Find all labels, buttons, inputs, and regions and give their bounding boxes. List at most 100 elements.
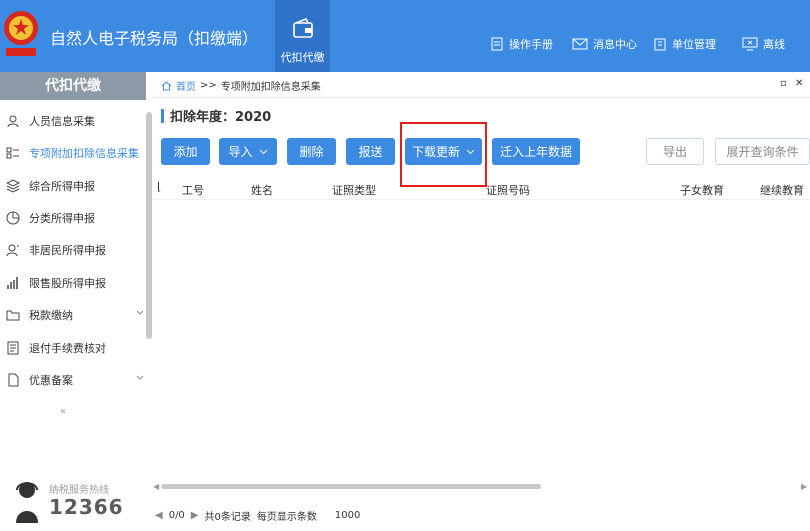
manual-label: 操作手册 <box>509 38 553 51</box>
hotline-label: 纳税服务热线 <box>49 485 109 496</box>
sidebar-item-classified-income[interactable]: 分类所得申报 <box>0 206 146 230</box>
add-button[interactable]: 添加 <box>161 138 210 165</box>
module-label: 代扣代缴 <box>280 51 325 64</box>
sidebar-item-tax-payment[interactable]: 税款缴纳 <box>0 303 146 327</box>
manual-icon <box>491 37 503 51</box>
deduction-year: 扣除年度：2020 <box>161 106 271 125</box>
column-name[interactable]: 姓名 <box>251 182 273 198</box>
unit-management-label: 单位管理 <box>672 38 716 51</box>
sidebar-item-restricted-stock[interactable]: 限售股所得申报 <box>0 271 146 295</box>
sidebar-item-label: 综合所得申报 <box>29 180 95 193</box>
person-icon <box>5 113 21 129</box>
delete-button-label: 删除 <box>299 145 324 159</box>
sidebar-item-refund-fee[interactable]: 退付手续费核对 <box>0 336 146 360</box>
sidebar: 代扣代缴 人员信息采集 专项附加扣除信息采集 综合所得申报 分类所得申报 非居民… <box>0 72 153 531</box>
module-withholding[interactable]: 代扣代缴 <box>275 0 330 72</box>
submit-button[interactable]: 报送 <box>346 138 395 165</box>
chevron-down-icon <box>136 375 144 380</box>
service-hotline: 纳税服务热线 12366 <box>10 479 150 527</box>
sidebar-item-personnel-info[interactable]: 人员信息采集 <box>0 109 146 133</box>
home-icon <box>161 80 172 90</box>
column-employee-id[interactable]: 工号 <box>182 182 204 198</box>
column-id-type[interactable]: 证照类型 <box>332 182 376 198</box>
next-page-icon[interactable]: ▶ <box>191 510 199 521</box>
list-icon <box>5 145 21 161</box>
file-icon <box>5 372 21 388</box>
sidebar-item-label: 人员信息采集 <box>29 115 95 128</box>
horizontal-scrollbar[interactable]: ◀ ▶ <box>153 482 810 491</box>
offline-label: 离线 <box>763 38 785 51</box>
sidebar-item-label: 优惠备案 <box>29 374 73 387</box>
pie-icon <box>5 210 21 226</box>
sidebar-item-label: 专项附加扣除信息采集 <box>29 147 139 160</box>
manual-link[interactable]: 操作手册 <box>490 36 553 52</box>
column-child-education[interactable]: 子女教育 <box>680 182 724 198</box>
bar-chart-icon <box>5 275 21 291</box>
breadcrumb-bar: 首页 >> 专项附加扣除信息采集 ▫ ✕ <box>153 72 810 98</box>
scroll-right-icon[interactable]: ▶ <box>801 482 807 491</box>
monitor-icon <box>742 37 758 51</box>
expand-query-label: 展开查询条件 <box>726 145 799 159</box>
sidebar-item-preferential-filing[interactable]: 优惠备案 <box>0 368 146 392</box>
collapse-sidebar-icon[interactable]: « <box>60 406 66 417</box>
sidebar-title: 代扣代缴 <box>0 72 146 100</box>
per-page-label: 每页显示条数 <box>256 512 317 523</box>
national-emblem-icon <box>4 11 38 56</box>
export-button-label: 导出 <box>662 145 687 159</box>
breadcrumb: 首页 >> 专项附加扣除信息采集 <box>161 78 321 93</box>
folder-icon <box>5 307 21 323</box>
delete-button[interactable]: 删除 <box>287 138 336 165</box>
sidebar-item-comprehensive-income[interactable]: 综合所得申报 <box>0 174 146 198</box>
migrate-last-year-button[interactable]: 迁入上年数据 <box>492 138 580 165</box>
migrate-last-year-label: 迁入上年数据 <box>499 145 572 159</box>
deduction-year-label: 扣除年度：2020 <box>170 110 272 125</box>
message-center-link[interactable]: 消息中心 <box>572 36 637 52</box>
pagination: ◀ 0/0 ▶ 共0条记录 每页显示条数 1000 <box>155 508 366 523</box>
column-id-number[interactable]: 证照号码 <box>486 182 530 198</box>
building-icon <box>654 38 666 51</box>
document-check-icon <box>5 340 21 356</box>
add-button-label: 添加 <box>173 145 198 159</box>
column-continuing-education[interactable]: 继续教育 <box>760 182 804 198</box>
import-button[interactable]: 导入 <box>219 138 277 165</box>
scroll-left-icon[interactable]: ◀ <box>153 482 159 491</box>
hotline-number: 12366 <box>49 495 124 519</box>
sidebar-item-label: 退付手续费核对 <box>29 342 106 355</box>
select-all-checkbox[interactable]: ⌊ <box>157 180 161 193</box>
expand-query-button[interactable]: 展开查询条件 <box>715 138 810 165</box>
message-center-label: 消息中心 <box>593 38 637 51</box>
offline-link[interactable]: 离线 <box>742 36 785 52</box>
sidebar-item-nonresident-income[interactable]: 非居民所得申报 <box>0 238 146 262</box>
top-header: 自然人电子税务局（扣缴端） 代扣代缴 操作手册 消息中心 单位管理 离线 <box>0 0 810 72</box>
wallet-icon <box>293 18 313 38</box>
breadcrumb-separator: >> <box>200 80 217 91</box>
chevron-down-icon <box>259 149 267 154</box>
total-records: 共0条记录 <box>204 512 251 523</box>
restore-icon[interactable]: ▫ <box>780 78 787 89</box>
sidebar-scrollbar[interactable] <box>146 112 152 339</box>
mail-icon <box>572 38 588 50</box>
layers-icon <box>5 178 21 194</box>
close-icon[interactable]: ✕ <box>795 78 803 89</box>
page-indicator: 0/0 <box>168 510 185 521</box>
sidebar-item-label: 限售股所得申报 <box>29 277 106 290</box>
sidebar-item-label: 非居民所得申报 <box>29 244 106 257</box>
person-outline-icon <box>5 242 21 258</box>
unit-management-link[interactable]: 单位管理 <box>653 36 716 52</box>
per-page-value[interactable]: 1000 <box>335 510 360 521</box>
section-marker <box>161 108 164 123</box>
sidebar-item-label: 税款缴纳 <box>29 309 73 322</box>
prev-page-icon[interactable]: ◀ <box>155 510 163 521</box>
headset-icon <box>16 482 38 523</box>
main-content: 首页 >> 专项附加扣除信息采集 ▫ ✕ 扣除年度：2020 添加 导入 删除 … <box>153 72 810 531</box>
sidebar-item-special-deduction[interactable]: 专项附加扣除信息采集 <box>0 141 146 165</box>
import-button-label: 导入 <box>228 145 253 159</box>
app-title: 自然人电子税务局（扣缴端） <box>50 29 259 48</box>
sidebar-item-label: 分类所得申报 <box>29 212 95 225</box>
scrollbar-thumb[interactable] <box>161 484 541 489</box>
breadcrumb-current: 专项附加扣除信息采集 <box>220 82 321 93</box>
export-button[interactable]: 导出 <box>646 138 704 165</box>
breadcrumb-home[interactable]: 首页 <box>176 78 196 93</box>
chevron-down-icon <box>136 310 144 315</box>
submit-button-label: 报送 <box>358 145 383 159</box>
